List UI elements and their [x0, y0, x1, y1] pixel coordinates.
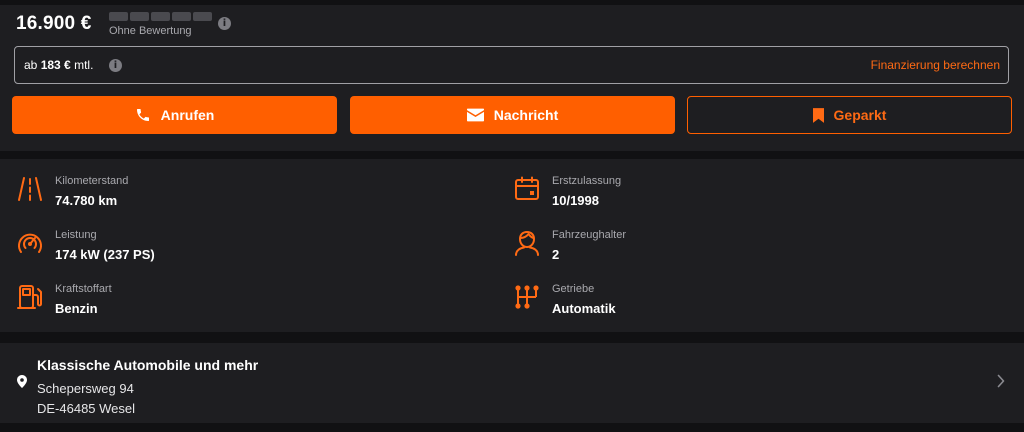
dealer-street: Schepersweg 94: [37, 381, 134, 396]
spec-value: Benzin: [55, 301, 98, 316]
spec-label: Fahrzeughalter: [552, 229, 626, 241]
road-icon: [18, 177, 42, 201]
rating-bar: [151, 12, 170, 21]
message-button-label: Nachricht: [493, 107, 559, 123]
financing-rate: ab 183 € mtl.: [24, 58, 93, 72]
info-icon[interactable]: i: [109, 59, 122, 72]
gearshift-icon: [515, 285, 539, 309]
price: 16.900 €: [16, 13, 92, 34]
spec-label: Kraftstoffart: [55, 283, 112, 295]
rating-bar: [130, 12, 149, 21]
calendar-icon: [515, 176, 539, 200]
park-button[interactable]: Geparkt: [687, 96, 1012, 134]
financing-box[interactable]: ab 183 € mtl. i Finanzierung berechnen: [14, 46, 1009, 84]
dealer-card[interactable]: Klassische Automobile und mehr Schepersw…: [0, 343, 1024, 423]
spec-value: 74.780 km: [55, 193, 118, 208]
location-pin-icon: [17, 375, 27, 388]
spec-value: 2: [552, 247, 560, 262]
mail-icon: [466, 108, 484, 122]
spec-label: Leistung: [55, 229, 97, 241]
rating-bar: [172, 12, 191, 21]
vehicle-specs-panel: Kilometerstand 74.780 km Leistung 174 kW…: [0, 159, 1024, 332]
rating-bars: [109, 12, 212, 21]
financing-amount: 183 €: [40, 58, 71, 72]
calculate-financing-link[interactable]: Finanzierung berechnen: [871, 58, 1000, 72]
fuel-pump-icon: [17, 285, 42, 309]
price-rating: Ohne Bewertung: [109, 12, 212, 37]
speedometer-icon: [18, 233, 42, 253]
person-icon: [515, 231, 539, 256]
call-button[interactable]: Anrufen: [12, 96, 337, 134]
message-button[interactable]: Nachricht: [350, 96, 675, 134]
spec-value: 10/1998: [552, 193, 599, 208]
spec-label: Getriebe: [552, 283, 595, 295]
spec-value: 174 kW (237 PS): [55, 247, 155, 262]
spec-label: Erstzulassung: [552, 175, 622, 187]
spec-label: Kilometerstand: [55, 175, 129, 187]
bookmark-icon: [812, 107, 824, 123]
financing-prefix: ab: [24, 58, 38, 72]
chevron-right-icon[interactable]: [997, 374, 1005, 388]
rating-bar: [193, 12, 212, 21]
dealer-city: DE-46485 Wesel: [37, 401, 136, 416]
call-button-label: Anrufen: [160, 107, 215, 123]
info-icon[interactable]: i: [218, 17, 231, 30]
dealer-name: Klassische Automobile und mehr: [37, 357, 259, 373]
price-panel: 16.900 € Ohne Bewertung i ab 183 € mtl. …: [0, 5, 1024, 151]
rating-text: Ohne Bewertung: [109, 25, 192, 37]
park-button-label: Geparkt: [833, 107, 887, 123]
phone-icon: [136, 109, 149, 121]
spec-value: Automatik: [552, 301, 616, 316]
financing-suffix: mtl.: [74, 58, 94, 72]
rating-bar: [109, 12, 128, 21]
